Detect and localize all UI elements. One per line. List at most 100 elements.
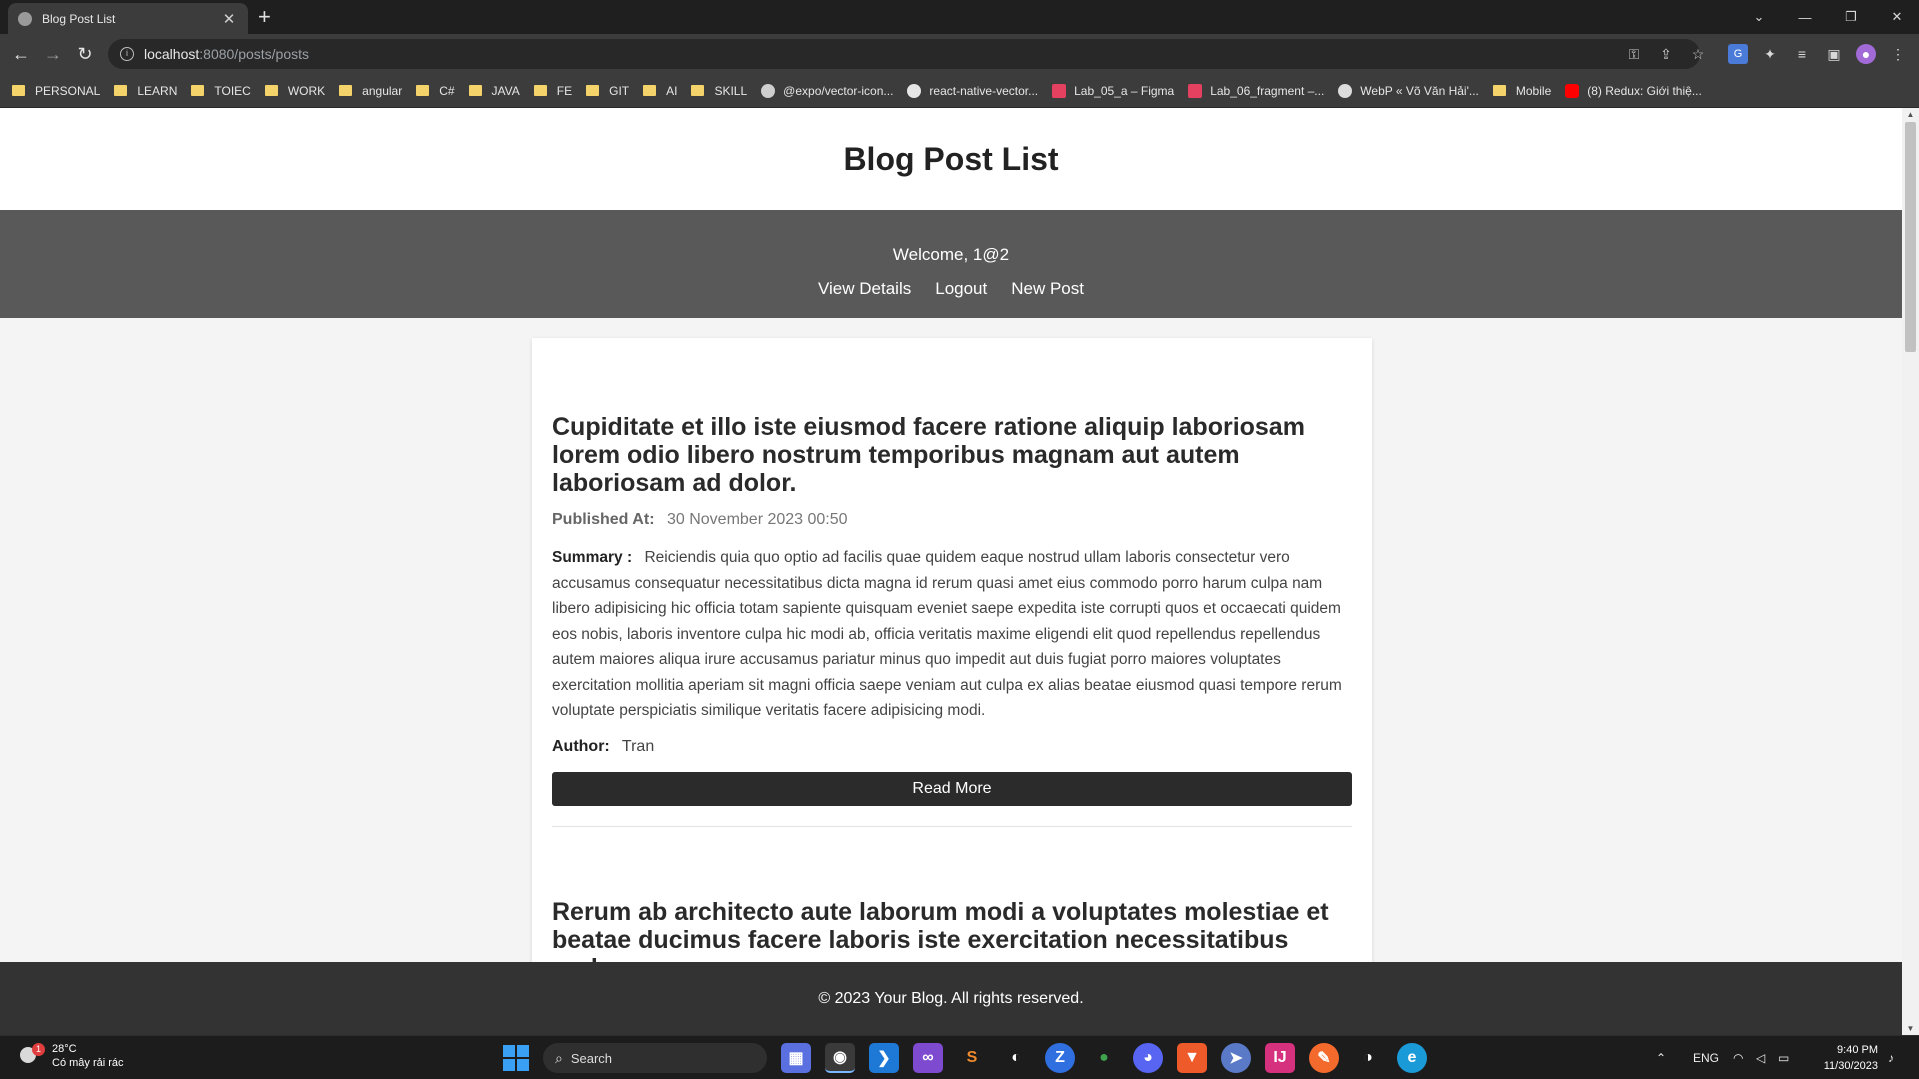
bookmark-item[interactable]: Lab_06_fragment –... [1188,83,1324,98]
search-label: Search [570,1050,613,1066]
bookmark-item[interactable]: PERSONAL [12,84,100,98]
post-item: Cupiditate et illo iste eiusmod facere r… [552,413,1352,827]
post-title[interactable]: Cupiditate et illo iste eiusmod facere r… [552,413,1352,497]
tab-title: Blog Post List [42,11,116,26]
bookmark-item[interactable]: FE [533,84,572,98]
post-author: Author: Tran [552,738,1352,756]
vscode-icon[interactable]: ❯ [869,1043,899,1073]
restore-button[interactable]: ❐ [1829,0,1873,34]
widgets-app-icon[interactable]: ▦ [781,1043,811,1073]
bookmark-item[interactable]: GIT [586,84,629,98]
postman-icon[interactable]: ✎ [1309,1043,1339,1073]
mongodb-icon[interactable]: ● [1089,1043,1119,1073]
page-viewport: Blog Post List Welcome, 1@2 View Details… [0,108,1902,1035]
minimize-button[interactable]: — [1783,0,1827,34]
folder-icon [339,85,353,96]
reload-icon[interactable]: ↻ [74,43,96,65]
close-window-button[interactable]: ✕ [1875,0,1919,34]
bookmark-item[interactable]: C# [416,84,455,98]
folder-icon [416,85,430,96]
site-info-icon[interactable]: i [120,47,134,61]
notification-bell-icon[interactable]: ♪ [1888,1036,1894,1079]
bookmark-item[interactable]: @expo/vector-icon... [761,83,893,98]
translate-icon[interactable]: G [1728,44,1748,64]
post-published: Published At: 30 November 2023 00:50 [552,511,1352,529]
intellij-icon[interactable]: IJ [1265,1043,1295,1073]
bookmark-item[interactable]: WORK [264,84,325,98]
brave-icon[interactable]: ▼ [1177,1043,1207,1073]
bookmark-item[interactable]: LEARN [114,84,177,98]
wifi-icon[interactable]: ◠ [1733,1036,1743,1079]
browser-tab-bar: Blog Post List ✕ + ⌄ — ❐ ✕ [0,0,1919,34]
bookmark-item[interactable]: (8) Redux: Giới thiệ... [1565,83,1702,98]
taskbar-search[interactable]: ⌕ Search [543,1043,767,1073]
address-bar[interactable]: i localhost:8080/posts/posts ⚿ ⇪ ☆ [108,39,1704,69]
back-icon[interactable]: ← [10,43,32,65]
nav-band: Welcome, 1@2 View Details Logout New Pos… [0,210,1902,318]
zalo-icon[interactable]: Z [1045,1043,1075,1073]
taskbar-apps: ⌕ Search ▦ ◉ ❯ ∞ S ◐ Z ● ◕ ▼ ➤ IJ ✎ ◑ e [503,1043,1441,1073]
telegram-icon[interactable]: ➤ [1221,1043,1251,1073]
youtube-icon [1565,83,1580,98]
windows-taskbar: 1 28°C Có mây rải rác ⌕ Search ▦ ◉ ❯ ∞ S… [0,1035,1919,1079]
bookmark-star-icon[interactable]: ☆ [1686,39,1710,69]
folder-icon [1492,85,1506,96]
bookmark-item[interactable]: Lab_05_a – Figma [1052,83,1174,98]
language-indicator[interactable]: ENG [1693,1036,1719,1079]
weather-widget[interactable]: 1 28°C Có mây rải rác [18,1042,124,1070]
author-label: Author: [552,737,610,755]
tab-search-icon[interactable]: ⌄ [1737,0,1781,34]
bookmark-item[interactable]: TOIEC [191,84,251,98]
chrome-icon[interactable]: ◉ [825,1043,855,1073]
battery-icon[interactable]: ▭ [1778,1036,1789,1079]
bookmark-item[interactable]: react-native-vector... [907,83,1038,98]
weather-icon: 1 [18,1043,45,1067]
extensions-icon[interactable]: ✦ [1760,44,1780,64]
bookmark-item[interactable]: JAVA [468,84,520,98]
folder-icon [114,85,128,96]
scroll-down-icon[interactable]: ▼ [1902,1024,1919,1033]
folder-icon [691,85,705,96]
forward-icon[interactable]: → [42,43,64,65]
bookmark-item[interactable]: angular [339,84,402,98]
read-more-button[interactable]: Read More [552,771,1352,806]
published-label: Published At: [552,511,655,528]
bookmark-item[interactable]: WebP « Võ Văn Hải'... [1338,83,1479,98]
reading-list-icon[interactable]: ≡ [1792,44,1812,64]
summary-text: Reiciendis quia quo optio ad facilis qua… [552,549,1342,719]
volume-icon[interactable]: ◁ [1756,1036,1765,1079]
logout-link[interactable]: Logout [935,279,987,299]
browser-tab[interactable]: Blog Post List ✕ [8,3,248,34]
bookmark-item[interactable]: SKILL [691,84,747,98]
page-header: Blog Post List [0,108,1902,210]
weather-temp: 28°C [52,1043,77,1055]
visual-studio-icon[interactable]: ∞ [913,1043,943,1073]
bookmark-item[interactable]: Mobile [1492,84,1551,98]
bookmark-item[interactable]: AI [643,84,677,98]
url-path: :8080/posts/posts [199,46,310,62]
view-details-link[interactable]: View Details [818,279,911,299]
system-clock[interactable]: 9:40 PM 11/30/2023 [1812,1042,1878,1074]
profile-avatar[interactable]: ● [1856,44,1876,64]
clock-time: 9:40 PM [1837,1044,1878,1056]
side-panel-icon[interactable]: ▣ [1824,44,1844,64]
new-post-link[interactable]: New Post [1011,279,1084,299]
tray-overflow-icon[interactable]: ⌃ [1656,1036,1666,1079]
share-icon[interactable]: ⇪ [1654,39,1678,69]
page-scrollbar[interactable]: ▲ ▼ [1902,108,1919,1035]
expo-icon [761,83,776,98]
tab-close-icon[interactable]: ✕ [220,10,238,28]
sublime-icon[interactable]: S [957,1043,987,1073]
page-title: Blog Post List [843,140,1059,177]
key-icon[interactable]: ⚿ [1622,39,1646,69]
scroll-up-icon[interactable]: ▲ [1902,110,1919,119]
app-penguin-icon[interactable]: ◑ [1353,1043,1383,1073]
menu-icon[interactable]: ⋮ [1888,44,1908,64]
discord-icon[interactable]: ◕ [1133,1043,1163,1073]
posts-card: Cupiditate et illo iste eiusmod facere r… [532,338,1372,1035]
new-tab-button[interactable]: + [258,5,271,29]
scrollbar-thumb[interactable] [1905,122,1916,352]
windows-start-icon[interactable] [503,1045,529,1071]
app-penguin-icon[interactable]: ◐ [1001,1043,1031,1073]
edge-icon[interactable]: e [1397,1043,1427,1073]
